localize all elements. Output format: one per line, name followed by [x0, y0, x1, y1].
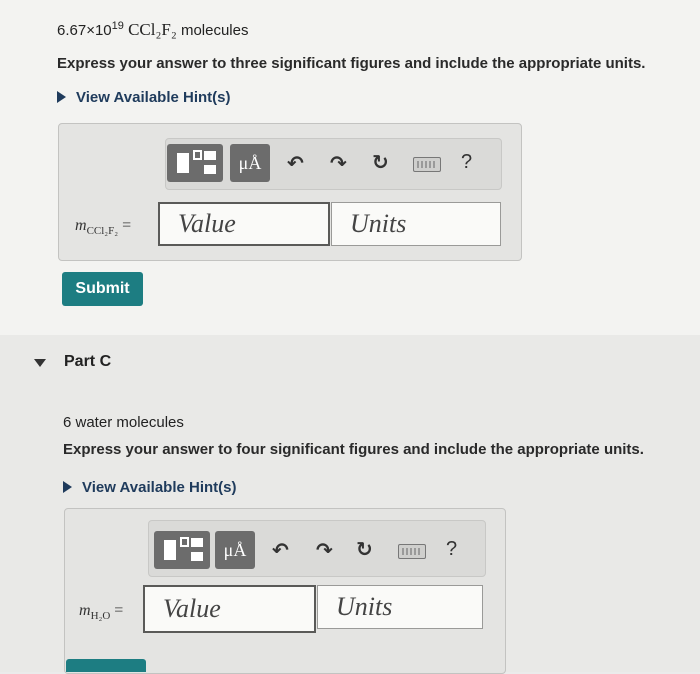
redo-icon[interactable]: ↷	[316, 538, 333, 563]
part-b-units-input[interactable]: Units	[331, 202, 501, 246]
template-block-icon	[177, 153, 189, 173]
part-c-hint-link[interactable]: View Available Hint(s)	[63, 479, 237, 496]
undo-icon[interactable]: ↶	[287, 151, 304, 176]
undo-icon[interactable]: ↶	[272, 538, 289, 563]
help-icon[interactable]: ?	[446, 538, 457, 561]
templates-button[interactable]	[167, 144, 223, 182]
part-c-question: 6 water molecules	[63, 414, 184, 431]
keyboard-icon[interactable]	[413, 157, 441, 172]
expand-triangle-icon	[63, 481, 72, 493]
part-c-title[interactable]: Part C	[64, 353, 111, 371]
part-c-submit-button[interactable]	[66, 659, 146, 672]
keyboard-icon[interactable]	[398, 544, 426, 559]
redo-icon[interactable]: ↷	[330, 151, 347, 176]
part-b-answer-label: mCCl₂F₂ =	[75, 217, 132, 238]
part-b-question: 6.67×1019 CCl₂F₂ molecules	[57, 20, 249, 39]
units-symbols-button[interactable]: μÅ	[230, 144, 270, 182]
part-b-instruction: Express your answer to three significant…	[57, 55, 646, 72]
part-c-value-input[interactable]: Value	[143, 585, 316, 633]
template-block-icon	[164, 540, 176, 560]
part-b-value-input[interactable]: Value	[158, 202, 330, 246]
part-c-units-input[interactable]: Units	[317, 585, 483, 629]
help-icon[interactable]: ?	[461, 151, 472, 174]
templates-button[interactable]	[154, 531, 210, 569]
collapse-caret-icon[interactable]	[34, 359, 46, 367]
expand-triangle-icon	[57, 91, 66, 103]
part-b-submit-button[interactable]: Submit	[62, 272, 143, 306]
part-c-answer-label: mH₂O =	[79, 602, 124, 623]
part-c-instruction: Express your answer to four significant …	[63, 441, 644, 458]
part-b-hint-link[interactable]: View Available Hint(s)	[57, 89, 231, 106]
reset-icon[interactable]: ↻	[356, 537, 373, 562]
units-symbols-button[interactable]: μÅ	[215, 531, 255, 569]
reset-icon[interactable]: ↻	[372, 150, 389, 175]
